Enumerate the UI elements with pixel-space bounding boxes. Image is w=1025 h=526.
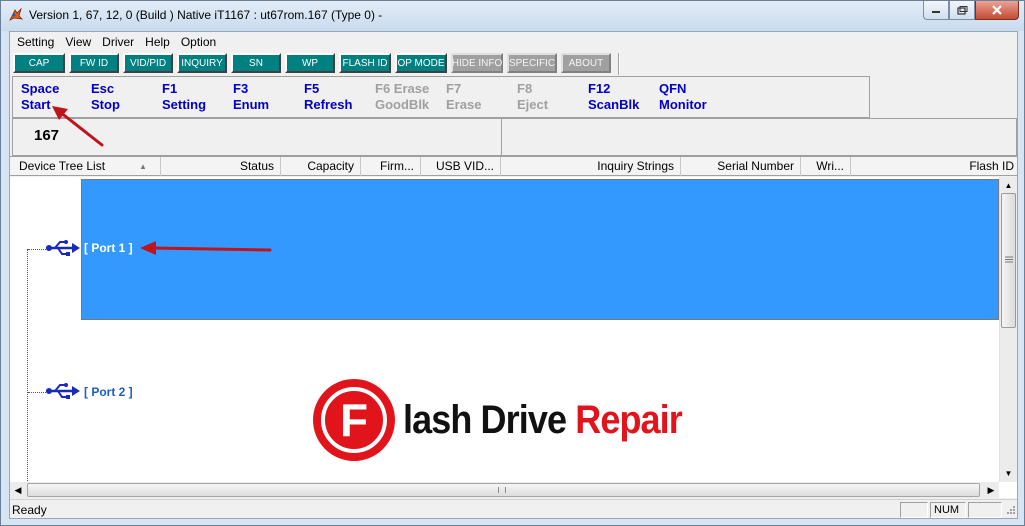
vid-pid-button[interactable]: VID/PID (123, 53, 173, 73)
col-firmware[interactable]: Firm... (361, 157, 421, 176)
status-bar: Ready NUM (10, 499, 1017, 518)
vertical-scroll-thumb[interactable] (1001, 193, 1016, 328)
svg-text:F: F (340, 394, 368, 446)
title-bar[interactable]: Version 1, 67, 12, 0 (Build ) Native iT1… (1, 1, 1024, 31)
port-1-label[interactable]: [ Port 1 ] (84, 241, 133, 255)
specific-button[interactable]: SPECIFIC (507, 53, 557, 73)
minimize-button[interactable] (923, 1, 949, 20)
col-capacity[interactable]: Capacity (281, 157, 361, 176)
column-header: Device Tree List ▲ Status Capacity Firm.… (10, 156, 1017, 176)
info-panel-left: 167 (12, 118, 502, 156)
close-button[interactable] (975, 1, 1019, 20)
grip-icon (1005, 256, 1013, 263)
status-text: Ready (12, 503, 47, 517)
vertical-scrollbar[interactable]: ▲ ▼ (999, 177, 1017, 482)
logo-word-drive: Drive (480, 397, 567, 442)
hotkey-monitor[interactable]: QFN Monitor (659, 81, 707, 113)
status-pane-scroll (968, 502, 1002, 518)
menu-driver[interactable]: Driver (97, 32, 140, 52)
hotkey-scanblk[interactable]: F12 ScanBlk (588, 81, 639, 113)
col-status[interactable]: Status (161, 157, 281, 176)
logo-word-lash: lash (403, 397, 472, 442)
logo-wordmark: lash Drive Repair (403, 397, 683, 443)
hotkey-stop[interactable]: Esc Stop (91, 81, 120, 113)
restore-icon (956, 5, 967, 15)
inquiry-button[interactable]: INQUIRY (177, 53, 227, 73)
flash-id-button[interactable]: FLASH ID (339, 53, 391, 73)
device-count: 167 (34, 127, 60, 144)
logo-word-repair: Repair (575, 397, 683, 442)
mode-toolbar: CAP FW ID VID/PID INQUIRY SN WP FLASH ID… (13, 53, 615, 75)
hotkey-eject[interactable]: F8 Eject (517, 81, 548, 113)
usb-icon (46, 240, 80, 256)
col-write-protect[interactable]: Wri... (801, 157, 851, 176)
col-flash-id[interactable]: Flash ID (851, 157, 1017, 176)
hotkey-start[interactable]: Space Start (21, 81, 59, 113)
menu-view[interactable]: View (60, 32, 97, 52)
menu-bar: Setting View Driver Help Option (10, 32, 1017, 52)
tree-connector-line (27, 249, 28, 498)
fw-id-button[interactable]: FW ID (69, 53, 119, 73)
window-title: Version 1, 67, 12, 0 (Build ) Native iT1… (29, 8, 383, 22)
menu-help[interactable]: Help (140, 32, 176, 52)
info-panel-right (502, 118, 1017, 156)
hotkey-enum[interactable]: F3 Enum (233, 81, 269, 113)
sn-button[interactable]: SN (231, 53, 281, 73)
menu-option[interactable]: Option (176, 32, 222, 52)
scroll-down-arrow-icon[interactable]: ▼ (1000, 465, 1017, 482)
status-pane-num: NUM (930, 502, 966, 518)
menu-setting[interactable]: Setting (12, 32, 60, 52)
col-usb-vid[interactable]: USB VID... (421, 157, 501, 176)
wp-button[interactable]: WP (285, 53, 335, 73)
hotkey-refresh[interactable]: F5 Refresh (304, 81, 352, 113)
scroll-up-arrow-icon[interactable]: ▲ (1000, 177, 1017, 194)
resize-grip-icon[interactable] (1004, 503, 1016, 517)
hotkey-panel: Space Start Esc Stop F1 Setting F3 Enum F5 Re… (12, 76, 870, 118)
scroll-right-arrow-icon[interactable]: ▶ (983, 482, 999, 498)
port-2-label[interactable]: [ Port 2 ] (84, 385, 133, 399)
grip-icon (498, 487, 506, 493)
col-serial-number[interactable]: Serial Number (681, 157, 801, 176)
sort-ascending-icon: ▲ (139, 162, 147, 171)
about-button[interactable]: ABOUT (561, 53, 611, 73)
cap-button[interactable]: CAP (13, 53, 65, 73)
logo-f-badge: F (313, 379, 395, 461)
tree-branch-port-1 (28, 249, 48, 250)
toolbar-separator (618, 53, 620, 75)
close-icon (992, 5, 1002, 15)
logo-f-icon: F (321, 387, 387, 453)
app-icon[interactable] (8, 7, 24, 23)
hotkey-erase-goodblk[interactable]: F6 Erase GoodBlk (375, 81, 429, 113)
hotkey-erase[interactable]: F7 Erase (446, 81, 481, 113)
usb-icon (46, 383, 80, 399)
horizontal-scroll-thumb[interactable] (27, 483, 980, 497)
col-inquiry-strings[interactable]: Inquiry Strings (501, 157, 681, 176)
maximize-button[interactable] (949, 1, 975, 20)
watermark-logo: F lash Drive Repair (313, 377, 713, 463)
port-1-selection[interactable] (81, 179, 999, 320)
op-mode-button[interactable]: OP MODE (395, 53, 447, 73)
tree-branch-port-2 (28, 392, 48, 393)
hotkey-setting[interactable]: F1 Setting (162, 81, 206, 113)
hide-info-button[interactable]: HIDE INFO (451, 53, 503, 73)
status-pane-caps (900, 502, 928, 518)
scroll-left-arrow-icon[interactable]: ◀ (10, 482, 26, 498)
minimize-icon (932, 11, 940, 13)
col-device-tree-list[interactable]: Device Tree List ▲ (10, 157, 161, 176)
horizontal-scrollbar[interactable]: ◀ ▶ (10, 482, 999, 498)
